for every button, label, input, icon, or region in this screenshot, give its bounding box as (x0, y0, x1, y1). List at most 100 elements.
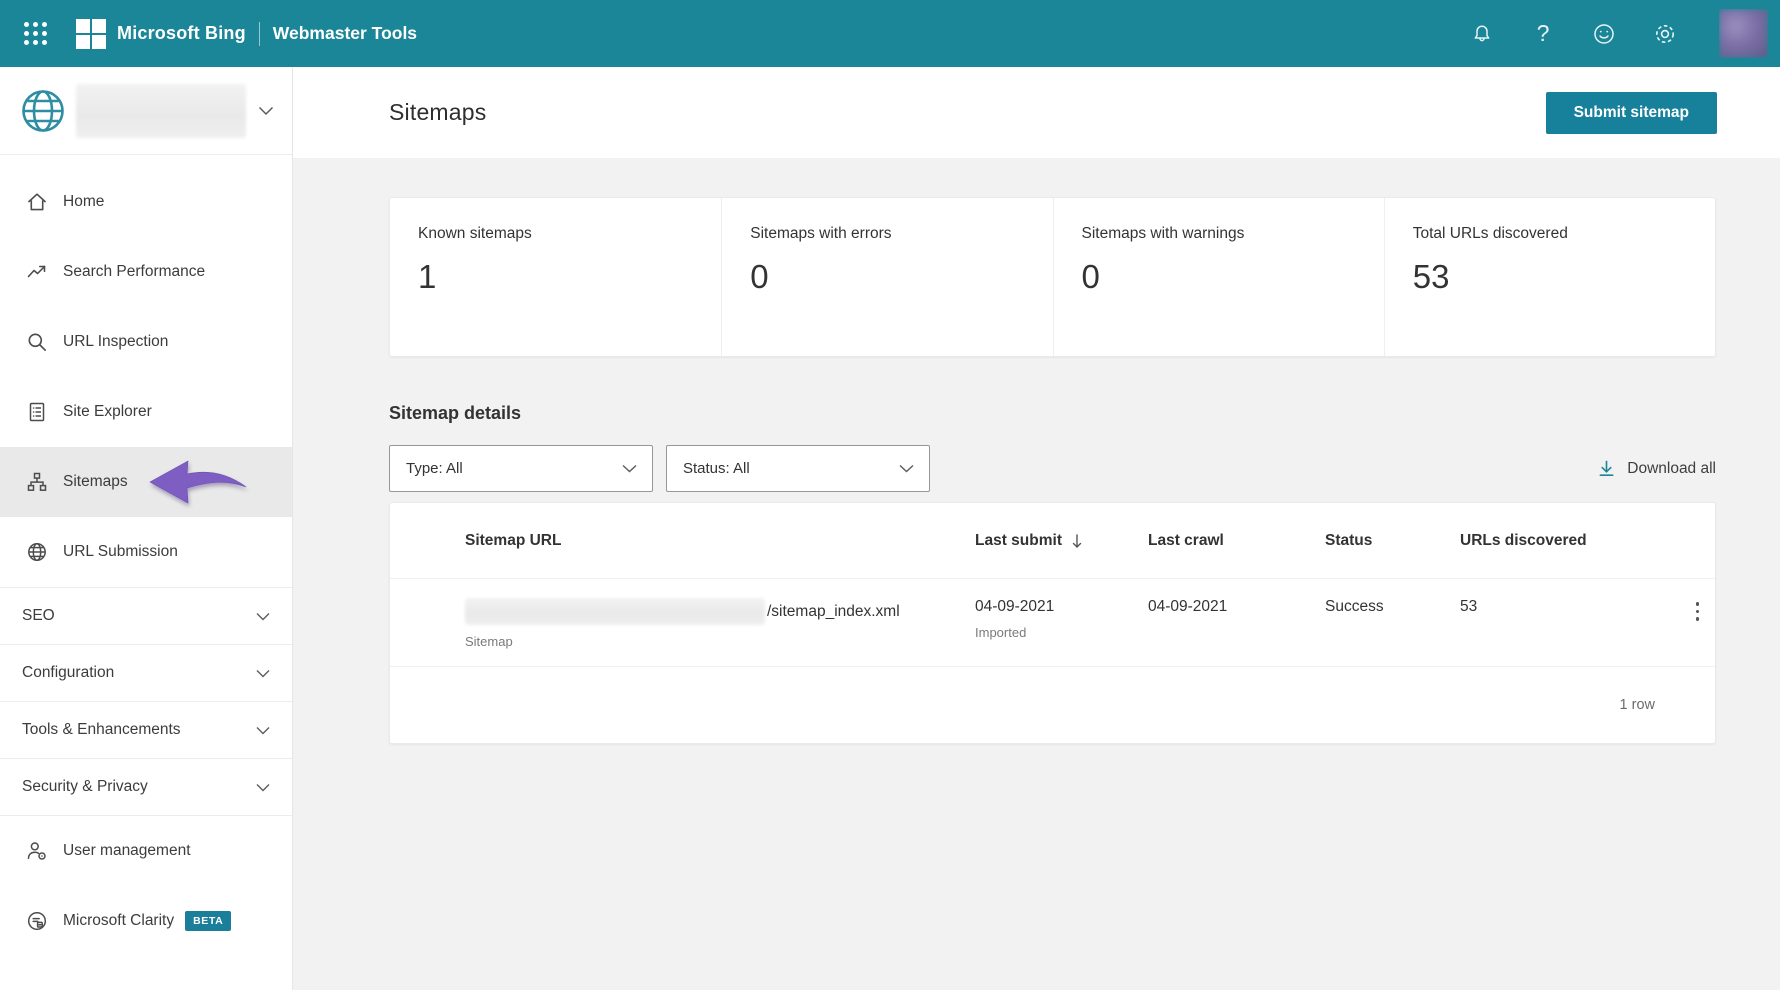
chevron-down-icon (899, 464, 914, 473)
sidebar-item-microsoft-clarity[interactable]: Microsoft Clarity BETA (0, 886, 292, 956)
avatar[interactable] (1719, 9, 1768, 58)
brand-block[interactable]: Microsoft Bing Webmaster Tools (76, 18, 418, 49)
settings-icon[interactable] (1645, 14, 1685, 54)
status-cell: Success (1325, 598, 1384, 615)
table-row[interactable]: /sitemap_index.xml Sitemap 04-09-2021 Im… (390, 578, 1715, 667)
submit-sitemap-button[interactable]: Submit sitemap (1545, 91, 1717, 134)
globe-outline-icon (25, 540, 49, 564)
annotation-arrow (149, 460, 247, 504)
sidebar-item-home[interactable]: Home (0, 167, 292, 237)
notifications-icon[interactable] (1462, 14, 1502, 54)
sidebar-item-sitemaps[interactable]: Sitemaps (0, 447, 292, 517)
download-icon (1599, 460, 1614, 476)
last-submit-date: 04-09-2021 (975, 598, 1055, 615)
page-title: Sitemaps (389, 99, 487, 125)
chevron-down-icon (258, 106, 274, 115)
last-submit-note: Imported (975, 625, 1027, 640)
sidebar-item-user-management[interactable]: User management (0, 816, 292, 886)
column-header-status[interactable]: Status (1325, 532, 1460, 550)
content-area: Known sitemaps 1 Sitemaps with errors 0 … (293, 158, 1780, 744)
search-icon (25, 330, 49, 354)
user-icon (25, 839, 49, 863)
product-name: Webmaster Tools (272, 23, 418, 43)
stat-card-known-sitemaps: Known sitemaps 1 (390, 198, 721, 356)
row-menu-kebab-icon[interactable] (1680, 598, 1715, 625)
topbar-actions: ? (1462, 9, 1768, 58)
sidebar-section-label: Security & Privacy (22, 778, 148, 795)
stat-label: Total URLs discovered (1412, 225, 1568, 242)
sidebar-section-security-privacy[interactable]: Security & Privacy (0, 758, 292, 815)
avatar-image-redacted (1719, 9, 1768, 58)
stat-value: 1 (418, 258, 437, 295)
brand-separator (258, 21, 260, 46)
feedback-icon[interactable] (1584, 14, 1624, 54)
stat-card-sitemaps-with-errors: Sitemaps with errors 0 (721, 198, 1052, 356)
sidebar-nav: Home Search Performance URL Inspection S… (0, 155, 292, 956)
sidebar-section-tools-enhancements[interactable]: Tools & Enhancements (0, 701, 292, 758)
sidebar-section-configuration[interactable]: Configuration (0, 644, 292, 701)
main-content: Sitemaps Submit sitemap Known sitemaps 1… (293, 67, 1780, 990)
stat-value: 0 (1081, 258, 1100, 295)
type-filter-value: Type: All (406, 460, 463, 477)
status-filter-dropdown[interactable]: Status: All (666, 445, 930, 492)
sidebar-item-label: Home (63, 193, 105, 210)
home-icon (25, 190, 49, 214)
site-name-redacted (76, 83, 246, 138)
stat-card-total-urls-discovered: Total URLs discovered 53 (1383, 198, 1715, 356)
brand-name: Microsoft Bing (117, 23, 246, 43)
sidebar-section-seo[interactable]: SEO (0, 587, 292, 644)
app-launcher-icon[interactable] (16, 14, 56, 54)
row-count: 1 row (1619, 697, 1655, 713)
table-footer: 1 row (390, 667, 1715, 743)
column-header-last-crawl[interactable]: Last crawl (1148, 532, 1325, 550)
stat-label: Sitemaps with errors (750, 225, 892, 242)
sidebar-item-label: URL Inspection (63, 333, 169, 350)
clarity-icon (25, 909, 49, 933)
globe-icon (22, 89, 64, 132)
column-header-urls-discovered[interactable]: URLs discovered (1460, 532, 1680, 550)
trending-up-icon (25, 260, 49, 284)
column-header-last-submit[interactable]: Last submit (975, 532, 1148, 550)
sidebar-item-label: Site Explorer (63, 403, 152, 420)
stat-label: Sitemaps with warnings (1081, 225, 1245, 242)
download-all-button[interactable]: Download all (1597, 459, 1716, 478)
table-header-row: Sitemap URL Last submit Last crawl Statu… (390, 503, 1715, 578)
help-icon[interactable]: ? (1523, 14, 1563, 54)
sidebar-item-label: Microsoft Clarity (63, 912, 175, 929)
sitemap-url-cell: /sitemap_index.xml Sitemap (465, 598, 975, 649)
chevron-down-icon (622, 464, 637, 473)
waffle-icon (24, 21, 48, 46)
filters-row: Type: All Status: All Download all (389, 445, 1716, 492)
status-filter-value: Status: All (683, 460, 750, 477)
chevron-down-icon (256, 726, 270, 734)
sidebar-item-label: URL Submission (63, 543, 178, 560)
sidebar-item-url-inspection[interactable]: URL Inspection (0, 307, 292, 377)
url-suffix: /sitemap_index.xml (767, 602, 900, 620)
page-header: Sitemaps Submit sitemap (293, 67, 1780, 158)
urls-discovered-cell: 53 (1460, 598, 1478, 615)
chevron-down-icon (256, 612, 270, 620)
last-submit-cell: 04-09-2021 Imported (975, 598, 1148, 649)
download-all-label: Download all (1627, 459, 1716, 477)
stats-strip: Known sitemaps 1 Sitemaps with errors 0 … (389, 197, 1716, 357)
chevron-down-icon (256, 783, 270, 791)
sidebar-item-label: Sitemaps (63, 473, 128, 490)
column-header-sitemap-url[interactable]: Sitemap URL (465, 532, 975, 550)
sidebar-item-url-submission[interactable]: URL Submission (0, 517, 292, 587)
sidebar-item-label: Search Performance (63, 263, 206, 280)
type-filter-dropdown[interactable]: Type: All (389, 445, 653, 492)
sidebar-section-label: Tools & Enhancements (22, 721, 181, 738)
stat-label: Known sitemaps (418, 225, 532, 242)
url-domain-redacted (465, 598, 765, 625)
sitemap-details-heading: Sitemap details (389, 403, 522, 423)
sitemaps-table: Sitemap URL Last submit Last crawl Statu… (389, 502, 1716, 744)
stat-value: 53 (1412, 258, 1450, 295)
sidebar-section-label: SEO (22, 607, 55, 624)
site-selector[interactable] (0, 67, 292, 155)
site-explorer-icon (25, 400, 49, 424)
last-crawl-cell: 04-09-2021 (1148, 598, 1228, 615)
sidebar-item-site-explorer[interactable]: Site Explorer (0, 377, 292, 447)
top-bar: Microsoft Bing Webmaster Tools ? (0, 0, 1780, 67)
sitemap-type-label: Sitemap (465, 634, 513, 649)
sidebar-item-search-performance[interactable]: Search Performance (0, 237, 292, 307)
